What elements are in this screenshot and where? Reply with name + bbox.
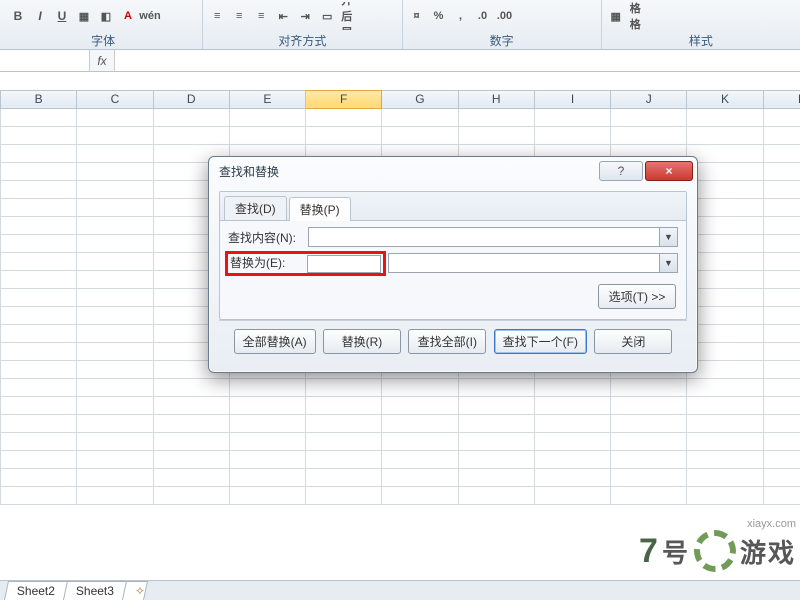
italic-icon[interactable]: I	[32, 8, 48, 24]
table-row	[1, 450, 800, 468]
table-row	[1, 396, 800, 414]
table-row	[1, 378, 800, 396]
dialog-titlebar[interactable]: 查找和替换 ? ×	[209, 157, 697, 185]
watermark-suffix: 号	[662, 533, 690, 570]
inc-decimal-icon[interactable]: .0	[475, 8, 491, 24]
replace-input-visible[interactable]	[307, 255, 381, 273]
col-header[interactable]: L	[763, 90, 800, 108]
find-input[interactable]: ▼	[308, 227, 678, 247]
comma-icon[interactable]: ,	[453, 8, 469, 24]
underline-icon[interactable]: U	[54, 8, 70, 24]
formula-input[interactable]	[114, 50, 800, 71]
dialog-button-row: 全部替换(A) 替换(R) 查找全部(I) 查找下一个(F) 关闭	[219, 320, 687, 362]
new-sheet-button[interactable]: ✧	[122, 581, 148, 600]
ribbon-group-style: ▦ 表格格式 样式	[602, 0, 800, 49]
name-box[interactable]	[0, 50, 90, 71]
replace-row: 替换为(E): ▼	[228, 251, 678, 276]
globe-icon	[694, 530, 736, 572]
new-sheet-icon: ✧	[135, 584, 145, 598]
highlight-box: 替换为(E):	[225, 251, 386, 276]
close-button[interactable]: ×	[645, 161, 693, 181]
watermark: xiayx.com 7 号 游戏	[639, 518, 796, 572]
currency-icon[interactable]: ¤	[409, 8, 425, 24]
style-buttons: ▦ 表格格式	[608, 2, 794, 30]
fill-color-icon[interactable]: ◧	[98, 8, 114, 24]
dialog-tabstrip: 查找(D) 替换(P)	[220, 192, 686, 221]
align-buttons: ≡ ≡ ≡ ⇤ ⇥ ▭ 合并后居中	[209, 2, 395, 30]
options-button[interactable]: 选项(T) >>	[598, 284, 676, 309]
bold-icon[interactable]: B	[10, 8, 26, 24]
sheet-tabs: Sheet2 Sheet3 ✧	[0, 580, 800, 600]
column-header-row: B C D E F G H I J K L	[1, 90, 800, 108]
align-left-icon[interactable]: ≡	[209, 8, 225, 24]
tab-find[interactable]: 查找(D)	[224, 196, 287, 220]
find-replace-dialog: 查找和替换 ? × 查找(D) 替换(P) 查找内容(N): ▼ 替换为(E):…	[208, 156, 698, 373]
col-header[interactable]: E	[229, 90, 305, 108]
table-row	[1, 414, 800, 432]
chevron-down-icon[interactable]: ▼	[659, 254, 677, 272]
merge-center-button[interactable]: 合并后居中	[341, 8, 357, 24]
ribbon-label-number: 数字	[409, 30, 595, 49]
col-header[interactable]: J	[611, 90, 687, 108]
close-dialog-button[interactable]: 关闭	[594, 329, 672, 354]
col-header[interactable]: D	[153, 90, 229, 108]
percent-icon[interactable]: %	[431, 8, 447, 24]
align-center-icon[interactable]: ≡	[231, 8, 247, 24]
ribbon-label-font: 字体	[10, 30, 196, 49]
indent-inc-icon[interactable]: ⇥	[297, 8, 313, 24]
font-buttons: B I U ▦ ◧ A wén	[10, 2, 196, 30]
col-header[interactable]: I	[534, 90, 610, 108]
watermark-url: xiayx.com	[639, 518, 796, 530]
table-row	[1, 108, 800, 126]
replace-all-button[interactable]: 全部替换(A)	[234, 329, 316, 354]
replace-button[interactable]: 替换(R)	[323, 329, 401, 354]
find-next-button[interactable]: 查找下一个(F)	[494, 329, 587, 354]
table-row	[1, 432, 800, 450]
col-header[interactable]: G	[382, 90, 458, 108]
align-right-icon[interactable]: ≡	[253, 8, 269, 24]
dialog-title: 查找和替换	[219, 163, 597, 180]
indent-dec-icon[interactable]: ⇤	[275, 8, 291, 24]
table-format-icon[interactable]: ▦	[608, 8, 624, 24]
ribbon-label-style: 样式	[608, 30, 794, 49]
help-button[interactable]: ?	[599, 161, 643, 181]
formula-bar: fx	[0, 50, 800, 72]
number-buttons: ¤ % , .0 .00	[409, 2, 595, 30]
border-icon[interactable]: ▦	[76, 8, 92, 24]
ribbon: B I U ▦ ◧ A wén 字体 ≡ ≡ ≡ ⇤ ⇥ ▭ 合并后居中 对齐方…	[0, 0, 800, 50]
replace-input[interactable]: ▼	[388, 253, 678, 273]
dialog-frame: 查找(D) 替换(P) 查找内容(N): ▼ 替换为(E): ▼ 选项(T) >…	[219, 191, 687, 320]
font-color-icon[interactable]: A	[120, 8, 136, 24]
col-header-selected[interactable]: F	[306, 90, 382, 108]
watermark-cn: 游戏	[740, 533, 796, 570]
ribbon-label-align: 对齐方式	[209, 30, 395, 49]
sheet-tab[interactable]: Sheet2	[4, 581, 68, 600]
fx-icon[interactable]: fx	[90, 54, 114, 68]
phonetic-icon[interactable]: wén	[142, 8, 158, 24]
find-row: 查找内容(N): ▼	[228, 227, 678, 247]
table-row	[1, 126, 800, 144]
merge-cells-icon[interactable]: ▭	[319, 8, 335, 24]
find-label: 查找内容(N):	[228, 229, 308, 246]
tab-replace[interactable]: 替换(P)	[289, 197, 351, 221]
col-header[interactable]: H	[458, 90, 534, 108]
watermark-seven: 7	[639, 532, 658, 571]
table-row	[1, 468, 800, 486]
table-row	[1, 486, 800, 504]
replace-label: 替换为(E):	[230, 254, 304, 271]
ribbon-group-align: ≡ ≡ ≡ ⇤ ⇥ ▭ 合并后居中 对齐方式	[203, 0, 402, 49]
dec-decimal-icon[interactable]: .00	[497, 8, 513, 24]
col-header[interactable]: C	[77, 90, 153, 108]
table-format-button[interactable]: 表格格式	[630, 8, 646, 24]
col-header[interactable]: B	[1, 90, 77, 108]
find-all-button[interactable]: 查找全部(I)	[408, 329, 486, 354]
ribbon-group-number: ¤ % , .0 .00 数字	[403, 0, 602, 49]
col-header[interactable]: K	[687, 90, 763, 108]
chevron-down-icon[interactable]: ▼	[659, 228, 677, 246]
sheet-tab[interactable]: Sheet3	[63, 581, 127, 600]
ribbon-group-font: B I U ▦ ◧ A wén 字体	[4, 0, 203, 49]
